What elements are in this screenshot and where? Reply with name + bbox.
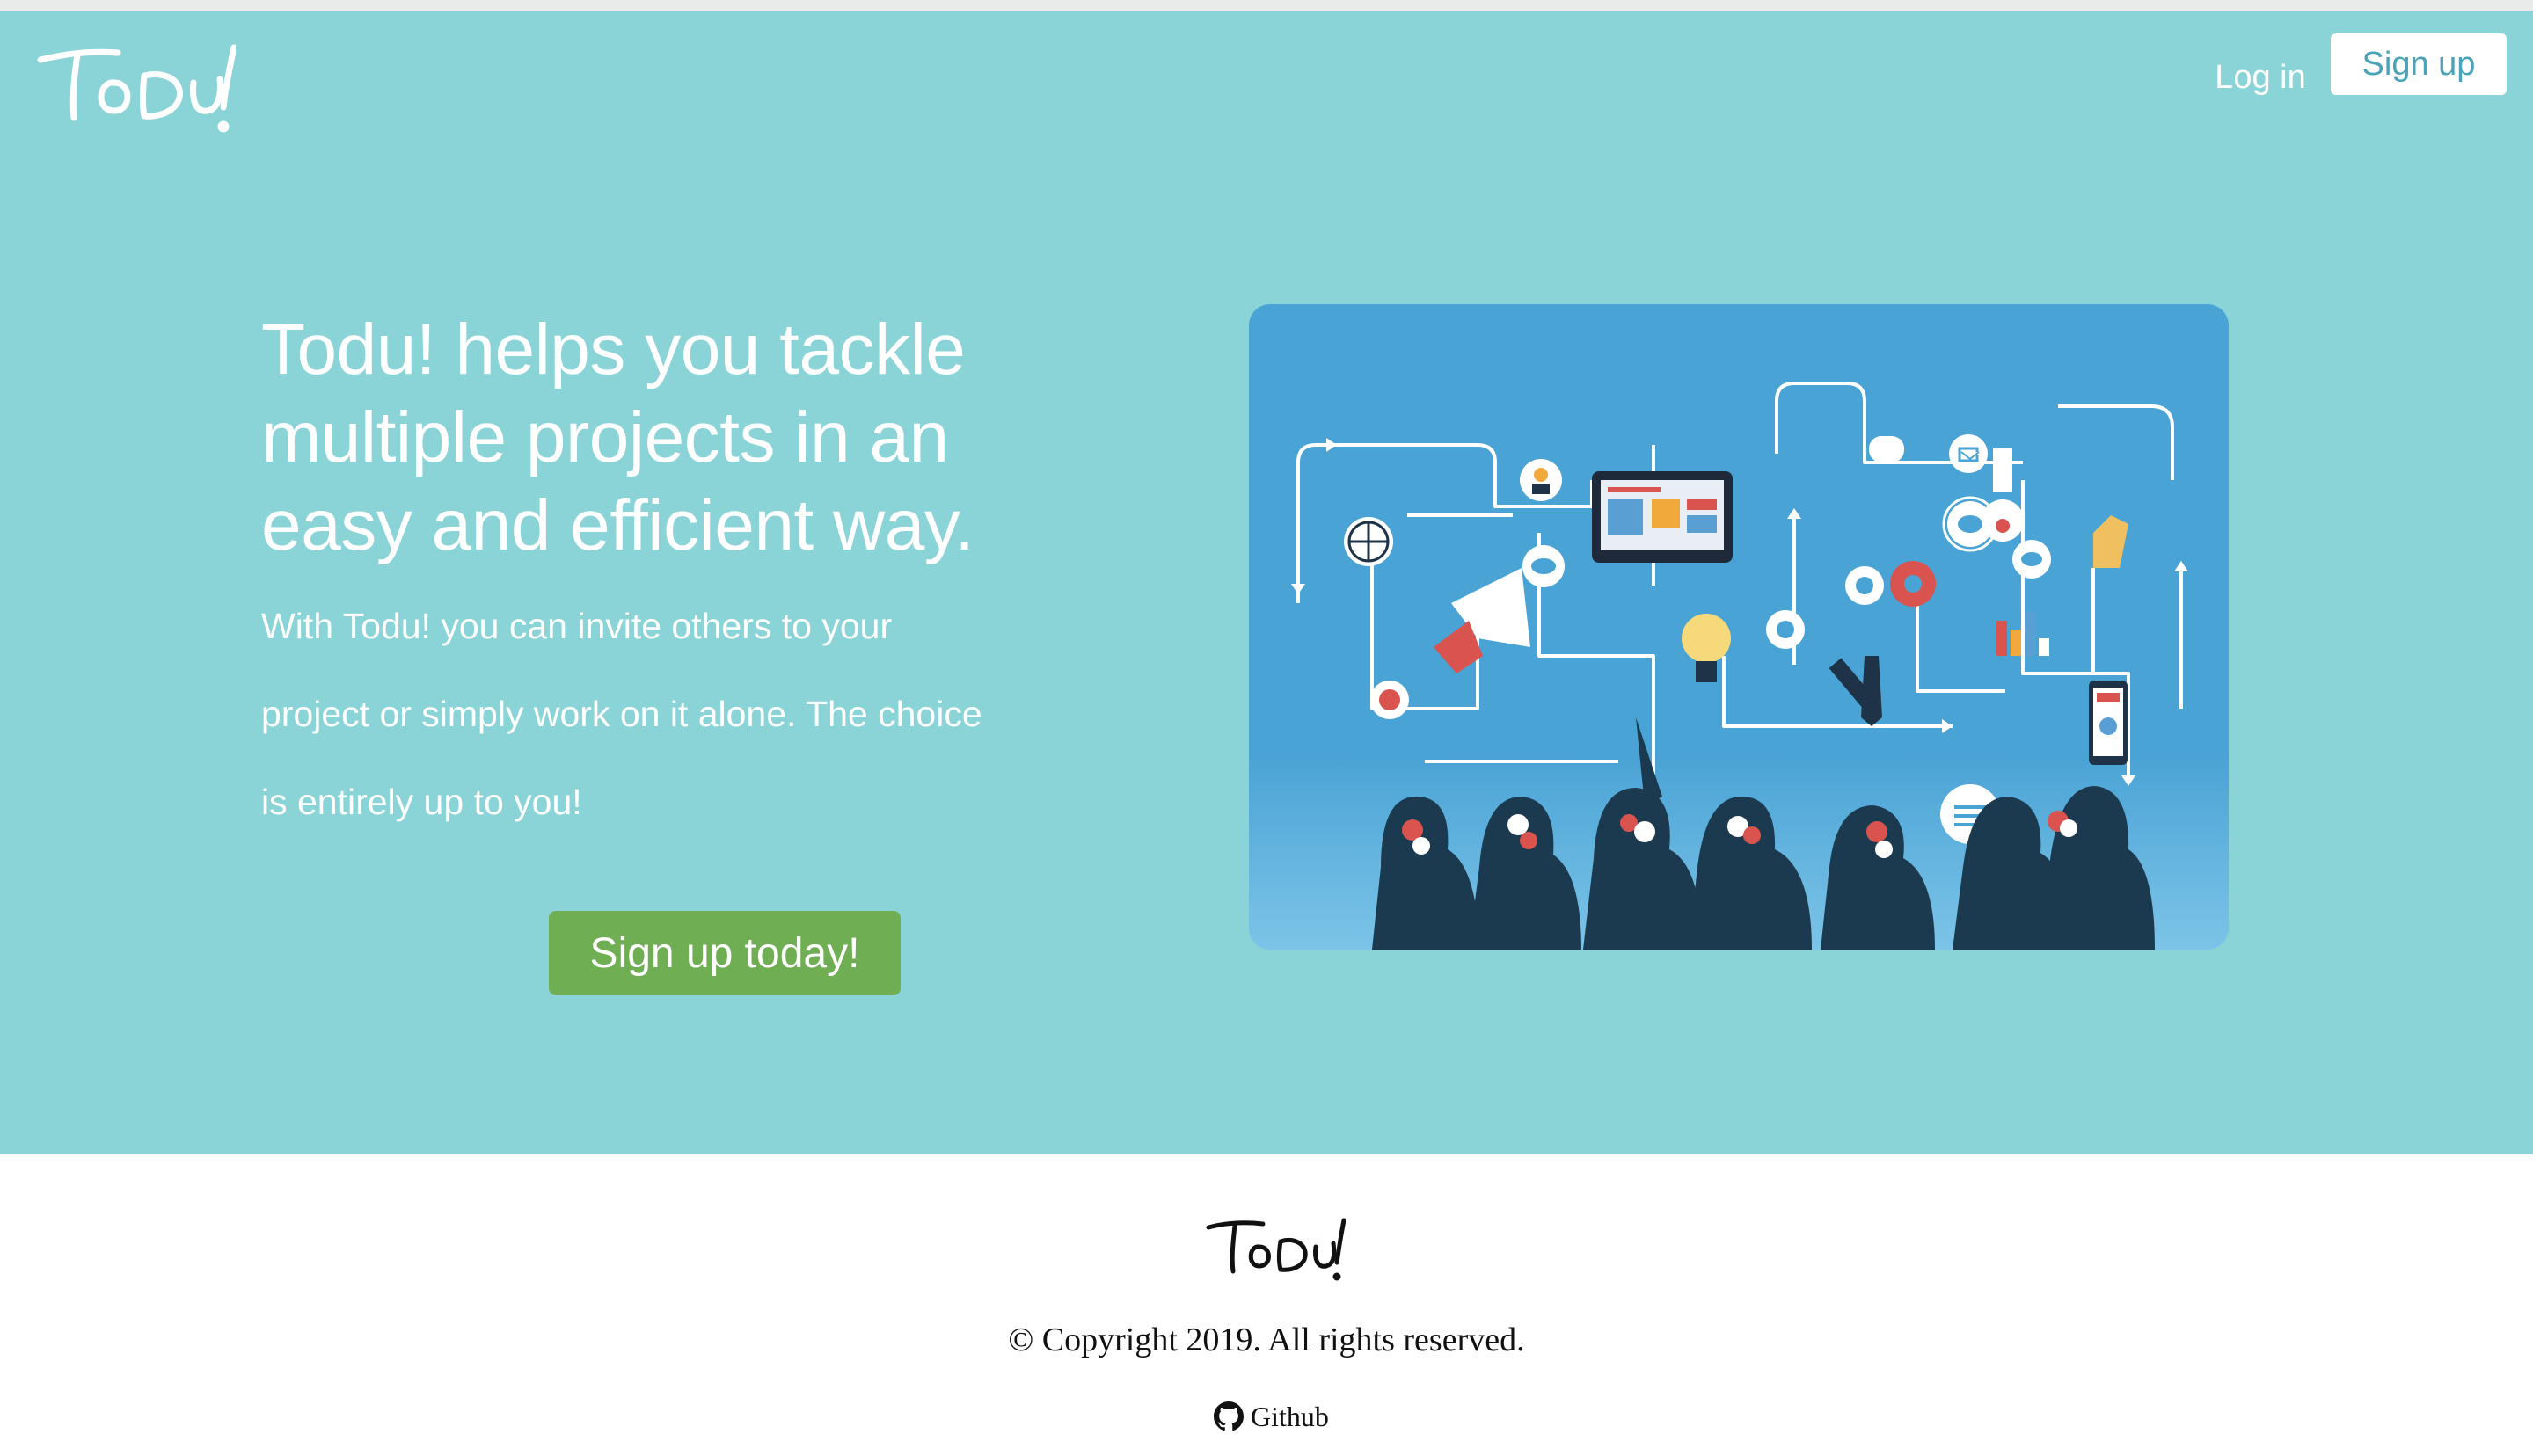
brand-logo[interactable] [33, 33, 237, 137]
login-link[interactable]: Log in [2181, 46, 2340, 109]
hero-subtext: With Todu! you can invite others to your… [261, 606, 982, 822]
github-link[interactable]: Github [1214, 1396, 1337, 1437]
copyright-text: © Copyright 2019. All rights reserved. [1008, 1321, 1525, 1358]
footer-logo[interactable] [1205, 1212, 1347, 1285]
footer-logo-wordmark-icon [1206, 1218, 1347, 1281]
signup-button[interactable]: Sign up [2331, 33, 2507, 95]
logo-wordmark-icon [37, 44, 237, 133]
signup-today-button[interactable]: Sign up today! [549, 911, 901, 995]
github-label: Github [1251, 1400, 1329, 1432]
team-collaboration-illustration [1249, 304, 2229, 950]
top-rule [0, 0, 2533, 11]
github-icon [1214, 1401, 1244, 1431]
hero-headline: Todu! helps you tackle multiple projects… [261, 309, 975, 565]
hero-section: Log in Sign up Todu! helps you tackle mu… [0, 11, 2533, 1154]
